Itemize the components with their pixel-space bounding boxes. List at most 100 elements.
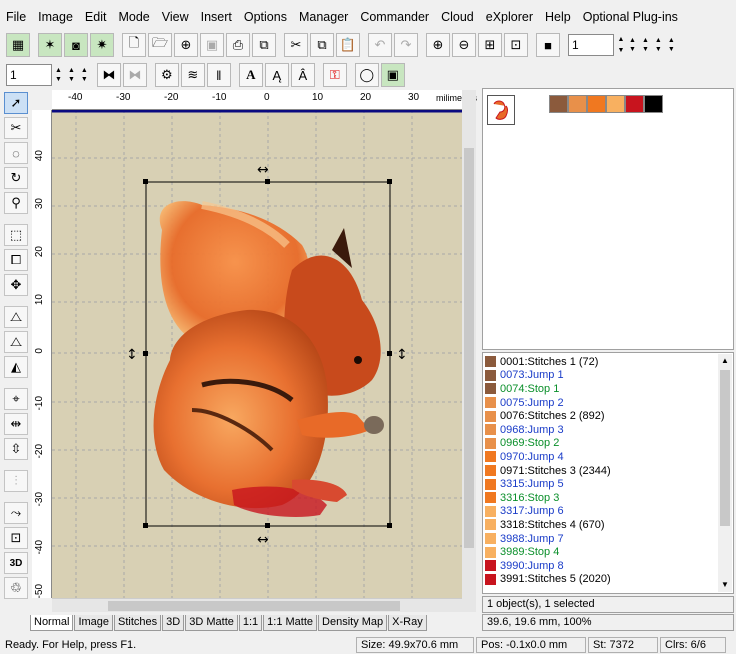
list-item[interactable]: 0970: Jump 4: [485, 450, 715, 464]
menu-file[interactable]: File: [0, 10, 32, 24]
list-scroll-thumb[interactable]: [720, 370, 730, 526]
zoom-out-icon[interactable]: ⊖: [452, 33, 476, 57]
monogram-icon[interactable]: Â: [290, 63, 315, 87]
save-icon[interactable]: ▣: [200, 33, 224, 57]
menu-optional-plug-ins[interactable]: Optional Plug-ins: [577, 10, 684, 24]
undo-icon[interactable]: ↶: [368, 33, 392, 57]
hoop-icon[interactable]: ⊡: [4, 527, 28, 549]
move-up-down-3[interactable]: ▲ ▼: [655, 36, 662, 54]
design-canvas[interactable]: ↔ ↔ ↕ ↕: [52, 110, 462, 598]
canvas-hscrollbar[interactable]: [52, 598, 462, 612]
menu-commander[interactable]: Commander: [354, 10, 435, 24]
menu-edit[interactable]: Edit: [79, 10, 113, 24]
list-item[interactable]: 3315: Jump 5: [485, 477, 715, 491]
tab-1-1-matte[interactable]: 1:1 Matte: [263, 615, 318, 631]
move-icon[interactable]: ✥: [4, 274, 28, 296]
settings-icon[interactable]: ⚙: [154, 63, 179, 87]
menu-view[interactable]: View: [156, 10, 195, 24]
menu-mode[interactable]: Mode: [112, 10, 155, 24]
tab-1-1[interactable]: 1:1: [238, 615, 263, 631]
menu-cloud[interactable]: Cloud: [435, 10, 480, 24]
arrows-c[interactable]: ▲ ▼: [81, 66, 88, 84]
design-thumbnail[interactable]: [487, 95, 515, 125]
menu-image[interactable]: Image: [32, 10, 79, 24]
zoom-fit-icon[interactable]: ⊞: [478, 33, 502, 57]
stitch-player-icon[interactable]: ♲: [4, 577, 28, 599]
list-item[interactable]: 0076: Stitches 2 (892): [485, 409, 715, 423]
tab-stitches[interactable]: Stitches: [114, 615, 162, 631]
move-up-down-2[interactable]: ▲ ▼: [642, 36, 649, 54]
spin-up-icon[interactable]: ▲: [616, 34, 626, 45]
paste-icon[interactable]: 📋: [336, 33, 360, 57]
object-list[interactable]: 0001: Stitches 1 (72) 0073: Jump 1 0074: S…: [482, 352, 734, 594]
mirror-horizontal-icon[interactable]: ⧍: [4, 306, 28, 328]
zoom-spinner[interactable]: ▲▼: [568, 34, 626, 56]
list-item[interactable]: 0971: Stitches 3 (2344): [485, 464, 715, 478]
palette-swatch[interactable]: [606, 95, 625, 113]
align-vertical-icon[interactable]: ⇳: [4, 438, 28, 460]
menu-explorer[interactable]: eXplorer: [480, 10, 539, 24]
text-arc-icon[interactable]: Ą: [264, 63, 289, 87]
list-item[interactable]: 0075: Jump 2: [485, 396, 715, 410]
text-icon[interactable]: A: [238, 63, 263, 87]
export-icon[interactable]: ⧉: [252, 33, 276, 57]
list-item[interactable]: 3988: Jump 7: [485, 532, 715, 546]
camera-icon[interactable]: ◙: [64, 33, 88, 57]
chart-icon[interactable]: ≋: [180, 63, 205, 87]
list-item[interactable]: 3990: Jump 8: [485, 559, 715, 573]
arrows-b[interactable]: ▲ ▼: [68, 66, 75, 84]
palette-swatch[interactable]: [644, 95, 663, 113]
rectangle-select-icon[interactable]: ⬚: [4, 224, 28, 246]
menu-insert[interactable]: Insert: [195, 10, 238, 24]
lasso-select-icon[interactable]: ◌: [4, 142, 28, 164]
list-item[interactable]: 3316: Stop 3: [485, 491, 715, 505]
hoop-grid-icon[interactable]: ▦: [6, 33, 30, 57]
wizard-icon[interactable]: ✶: [38, 33, 62, 57]
cut-icon[interactable]: ✂: [284, 33, 308, 57]
value-spinner[interactable]: [6, 64, 52, 86]
zoom-selection-icon[interactable]: ⊡: [504, 33, 528, 57]
scroll-up-icon[interactable]: ▲: [718, 354, 732, 368]
lasso-icon[interactable]: ◯: [354, 63, 379, 87]
key-icon[interactable]: ⚿: [322, 63, 347, 87]
merge-icon[interactable]: ⧓: [122, 63, 147, 87]
mirror-vertical-icon[interactable]: ⧍: [4, 331, 28, 353]
list-item[interactable]: 0969: Stop 2: [485, 437, 715, 451]
stop-icon[interactable]: ■: [536, 33, 560, 57]
new-file-icon[interactable]: 🗋: [122, 33, 146, 57]
tab-density-map[interactable]: Density Map: [318, 615, 388, 631]
list-item[interactable]: 3318: Stitches 4 (670): [485, 518, 715, 532]
palette-swatch[interactable]: [549, 95, 568, 113]
list-item[interactable]: 0074: Stop 1: [485, 382, 715, 396]
magnify-icon[interactable]: ⚲: [4, 192, 28, 214]
hscroll-thumb[interactable]: [108, 601, 400, 611]
spin-down-icon[interactable]: ▼: [616, 45, 626, 56]
menu-options[interactable]: Options: [238, 10, 293, 24]
node-edit-icon[interactable]: ⤳: [4, 502, 28, 524]
pointer-icon[interactable]: ➚: [4, 92, 28, 114]
list-item[interactable]: 3991: Stitches 5 (2020): [485, 573, 715, 587]
list-item[interactable]: 0001: Stitches 1 (72): [485, 355, 715, 369]
list-scrollbar[interactable]: ▲ ▼: [718, 354, 732, 592]
tab-3d[interactable]: 3D: [162, 615, 185, 631]
list-item[interactable]: 3317: Jump 6: [485, 505, 715, 519]
image-icon[interactable]: ▣: [380, 63, 405, 87]
zoom-in-icon[interactable]: ⊕: [426, 33, 450, 57]
scroll-down-icon[interactable]: ▼: [718, 578, 732, 592]
zoom-input[interactable]: [568, 34, 614, 56]
menu-manager[interactable]: Manager: [293, 10, 354, 24]
magic-icon[interactable]: ✷: [90, 33, 114, 57]
palette-swatch[interactable]: [625, 95, 644, 113]
arrows-a[interactable]: ▲ ▼: [55, 66, 62, 84]
open-file-icon[interactable]: 🗁: [148, 33, 172, 57]
tab-image[interactable]: Image: [74, 615, 114, 631]
list-item[interactable]: 3989: Stop 4: [485, 545, 715, 559]
palette-swatch[interactable]: [568, 95, 587, 113]
skew-icon[interactable]: ◭: [4, 356, 28, 378]
distribute-icon[interactable]: ⫶: [4, 470, 28, 492]
import-icon[interactable]: ⊕: [174, 33, 198, 57]
move-up-down-1[interactable]: ▲ ▼: [629, 36, 636, 54]
vscroll-thumb[interactable]: [464, 148, 474, 548]
scissors-icon[interactable]: ✂: [4, 117, 28, 139]
list-item[interactable]: 0073: Jump 1: [485, 369, 715, 383]
